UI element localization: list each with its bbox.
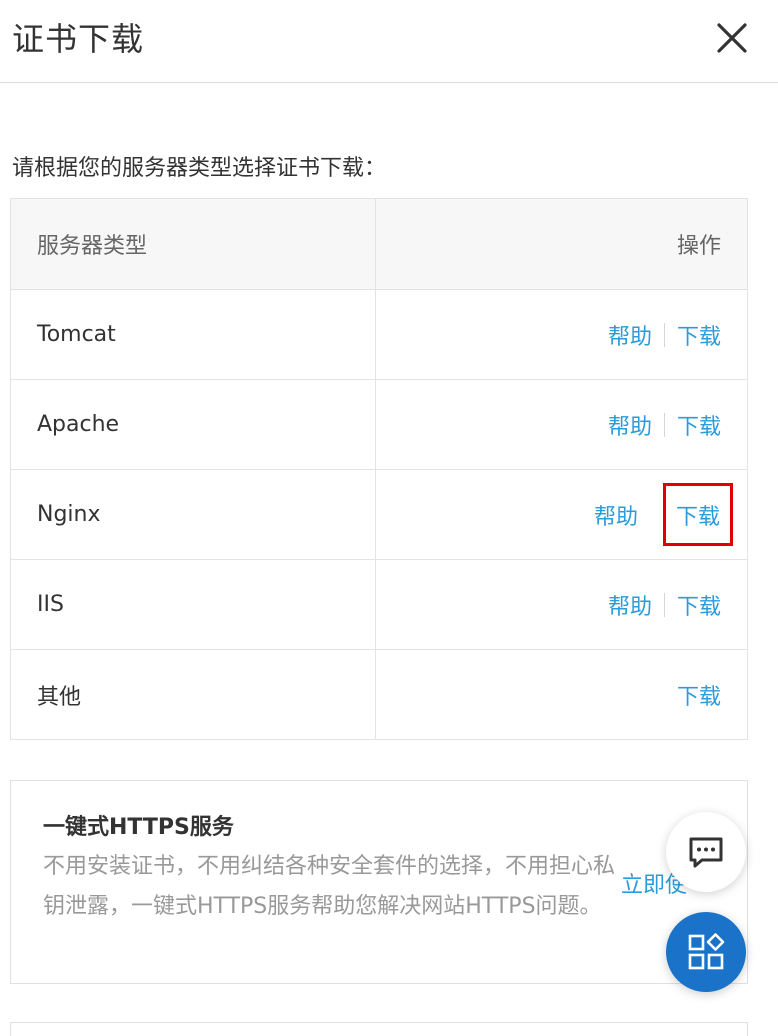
operations: 下载 xyxy=(376,650,747,739)
certificate-download-page: 证书下载 请根据您的服务器类型选择证书下载： 服务器类型 操作 Tomcat 帮… xyxy=(0,0,778,1036)
download-link[interactable]: 下载 xyxy=(677,319,721,351)
table-row-other: 其他 下载 xyxy=(11,649,747,739)
intro-text: 请根据您的服务器类型选择证书下载： xyxy=(12,156,387,181)
promo-description: 不用安装证书，不用纠结各种安全套件的选择，不用担心私钥泄露，一键式HTTPS服务… xyxy=(43,854,616,919)
operations: 帮助 下载 xyxy=(376,470,747,559)
server-type-label: 其他 xyxy=(11,650,376,739)
table-row-iis: IIS 帮助 下载 xyxy=(11,559,747,649)
server-type-table: 服务器类型 操作 Tomcat 帮助 下载 Apache 帮助 下载 Nginx… xyxy=(10,198,748,740)
promo-title: 一键式HTTPS服务 xyxy=(43,815,234,840)
download-link[interactable]: 下载 xyxy=(677,679,721,711)
download-link[interactable]: 下载 xyxy=(677,589,721,621)
table-row-apache: Apache 帮助 下载 xyxy=(11,379,747,469)
table-row-tomcat: Tomcat 帮助 下载 xyxy=(11,289,747,379)
close-icon xyxy=(717,23,747,53)
highlight-box: 下载 xyxy=(663,483,733,546)
help-link[interactable]: 帮助 xyxy=(608,589,652,621)
header: 证书下载 xyxy=(0,0,778,83)
page-title: 证书下载 xyxy=(12,20,145,58)
server-type-label: Apache xyxy=(11,380,376,469)
chat-icon xyxy=(689,837,723,868)
download-link[interactable]: 下载 xyxy=(677,409,721,441)
operations: 帮助 下载 xyxy=(376,560,747,649)
server-type-label: Tomcat xyxy=(11,290,376,379)
https-service-card: 一键式HTTPS服务 不用安装证书，不用纠结各种安全套件的选择，不用担心私钥泄露… xyxy=(10,780,748,984)
header-server-type: 服务器类型 xyxy=(11,199,376,289)
server-type-label: Nginx xyxy=(11,470,376,559)
table-header-row: 服务器类型 操作 xyxy=(11,199,747,289)
server-type-label: IIS xyxy=(11,560,376,649)
apps-button[interactable] xyxy=(666,912,746,992)
close-button[interactable] xyxy=(712,18,752,58)
divider xyxy=(663,322,665,347)
help-link[interactable]: 帮助 xyxy=(608,409,652,441)
operations: 帮助 下载 xyxy=(376,380,747,469)
apps-icon xyxy=(688,933,725,970)
help-link[interactable]: 帮助 xyxy=(594,499,638,531)
help-link[interactable]: 帮助 xyxy=(608,319,652,351)
header-operation: 操作 xyxy=(676,234,721,259)
divider xyxy=(663,412,665,437)
chat-button[interactable] xyxy=(666,812,746,892)
next-card xyxy=(10,1022,748,1036)
table-row-nginx: Nginx 帮助 下载 xyxy=(11,469,747,559)
operations: 帮助 下载 xyxy=(376,290,747,379)
divider xyxy=(663,592,665,617)
download-link[interactable]: 下载 xyxy=(676,499,720,531)
